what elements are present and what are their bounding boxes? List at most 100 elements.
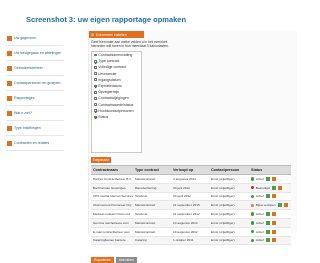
checkbox[interactable] [94, 97, 97, 100]
table-cell: Gemma netcherleere.com [93, 220, 129, 225]
delete-icon[interactable] [271, 238, 276, 243]
delete-icon[interactable] [271, 176, 276, 181]
status-label: Actief [255, 212, 264, 217]
table-cell: 21 september 2015 [173, 203, 200, 208]
table-cell: Catering/kamer bantere [93, 238, 126, 243]
column-options-list: Contractsamenvatting Type contract Volle… [91, 51, 142, 153]
table-row[interactable]: CPS Global Internet Services Telefonie 20 … [91, 192, 291, 202]
table-row[interactable]: Medical contract Omnu Ltd Telefonie 21 sep… [91, 210, 291, 219]
checkbox[interactable] [94, 53, 97, 57]
orange-square-icon [7, 65, 12, 71]
table-cell: Ernst (vrijwilliger) [211, 238, 235, 243]
table-cell: Mantelcontract [135, 203, 156, 208]
column-header[interactable]: Contactpersoon [209, 168, 249, 172]
status-cell: Actief [249, 212, 291, 217]
status-dot-icon [251, 185, 255, 190]
delete-icon[interactable] [271, 220, 276, 225]
intro-text: Geef hieronder aan welke velden u in het… [91, 40, 169, 49]
orange-square-icon [7, 80, 12, 86]
table-cell: Bart harman Growinges [93, 185, 126, 190]
checkbox-checked[interactable] [94, 109, 97, 113]
edit-icon[interactable] [265, 238, 270, 243]
table-row[interactable]: Gemma netcherleere.com Mantelcontract 10 a… [91, 218, 291, 228]
print-button[interactable]: Afdrukken [115, 257, 137, 263]
page-title: Screenshot 3: uw eigen rapportage opmake… [26, 15, 187, 24]
export-button[interactable]: Exporteren [91, 257, 114, 263]
checkbox[interactable] [94, 78, 97, 82]
status-dot-icon [251, 221, 255, 225]
delete-icon[interactable] [271, 229, 276, 234]
sidebar-item-afdelingen[interactable]: Uw wedgegaan en afdelingen [6, 46, 64, 61]
table-row[interactable]: Abonnement Personeel Org Mantelcontract 21… [91, 201, 291, 211]
edit-icon[interactable] [265, 194, 270, 199]
table-cell: Ernst (vrijwilliger) [211, 203, 235, 208]
sidebar-item-contracten[interactable]: Contracten en relaties [6, 136, 64, 151]
table-cell: Ernst (vrijwilliger) [211, 194, 235, 199]
contracts-table: Contractnaam Type contract Verloopt op C… [91, 165, 291, 246]
status-cell: Bijna verlopen [249, 203, 291, 208]
table-cell: Telefonie [135, 194, 148, 199]
edit-icon[interactable] [277, 203, 282, 208]
apply-button[interactable]: Toepassen [91, 157, 111, 163]
table-cell: 20 april 2012 [173, 194, 191, 199]
table-cell: 1 oktober 2011 [173, 238, 194, 243]
delete-icon[interactable] [283, 203, 288, 208]
table-row[interactable]: Bart harman Growinges Dienstverlening 30 j… [91, 183, 291, 193]
status-dot-icon [251, 229, 255, 234]
column-header[interactable]: Contractnaam [91, 168, 133, 172]
checkbox-checked[interactable] [94, 84, 97, 88]
table-cell: Mantelcontract [135, 176, 156, 181]
table-cell: CPS Global Internet Services [93, 194, 133, 199]
checkbox[interactable] [94, 66, 97, 69]
status-label: Actief [255, 194, 264, 199]
status-label: Actief [255, 176, 264, 181]
status-cell: Beëindigd [249, 185, 291, 190]
status-label: Actief [255, 229, 264, 234]
sidebar-item-type-instellingen[interactable]: Type instellingen [6, 121, 64, 136]
table-cell: Abonnement Personeel Org [93, 203, 132, 208]
edit-icon[interactable] [265, 176, 270, 181]
table-row[interactable]: E-mail contractbeheer.com Mantelcontract 1… [91, 227, 291, 237]
delete-icon[interactable] [277, 185, 282, 190]
edit-icon[interactable] [271, 185, 276, 190]
checkbox-checked[interactable] [94, 59, 97, 63]
table-cell: Telefonie [135, 212, 148, 217]
edit-icon[interactable] [265, 229, 270, 234]
delete-icon[interactable] [271, 194, 276, 199]
status-dot-icon [251, 194, 255, 199]
table-cell: 19 augustus 2012 [173, 229, 198, 234]
column-option[interactable]: Status [92, 114, 141, 120]
status-cell: Actief [249, 229, 291, 234]
orange-square-icon [7, 95, 12, 101]
sidebar-item-gebruikersbeheer[interactable]: Gebruikersbeheer [6, 61, 64, 76]
status-dot-icon [251, 177, 255, 181]
table-row[interactable]: Partner Contractbeheer B.V. Mantelcontrac… [91, 175, 291, 184]
checkbox[interactable] [94, 90, 97, 94]
sidebar-item-uw-gegevens[interactable]: Uw gegevens [6, 31, 64, 46]
checkbox[interactable] [94, 103, 97, 106]
table-cell: Mantelcontract [135, 229, 156, 234]
status-dot-icon [251, 212, 255, 216]
orange-square-icon [7, 125, 12, 131]
table-header: Contractnaam Type contract Verloopt op C… [91, 165, 291, 175]
table-cell: Mantelcontract [135, 220, 156, 225]
table-body: Partner Contractbeheer B.V. Mantelcontrac… [91, 175, 291, 246]
sidebar-item-wat-u-ziet[interactable]: Wat u ziet? [6, 106, 64, 121]
checkbox-checked[interactable] [94, 115, 97, 119]
column-header[interactable]: Type contract [133, 168, 171, 172]
delete-icon[interactable] [271, 212, 276, 217]
edit-icon[interactable] [265, 220, 270, 225]
orange-square-icon [7, 140, 12, 146]
table-row[interactable]: Catering/kamer bantere Catering 1 oktober … [91, 236, 291, 246]
table-cell: 3 augustus 2014 [173, 176, 196, 181]
column-header[interactable]: Status [249, 168, 291, 172]
checkbox[interactable] [94, 72, 97, 76]
column-header[interactable]: Verloopt op [171, 168, 209, 172]
orange-square-icon [7, 110, 12, 116]
edit-icon[interactable] [265, 212, 270, 217]
columns-banner[interactable]: ⚙ Kolommen instellen [89, 31, 144, 38]
sidebar-item-rapportages[interactable]: Rapportages [6, 91, 64, 106]
sidebar-item-contactpersonen[interactable]: Contactpersonen en groepen [6, 76, 64, 91]
table-cell: 21 september 2012 [173, 212, 200, 217]
status-cell: Actief [249, 238, 291, 243]
